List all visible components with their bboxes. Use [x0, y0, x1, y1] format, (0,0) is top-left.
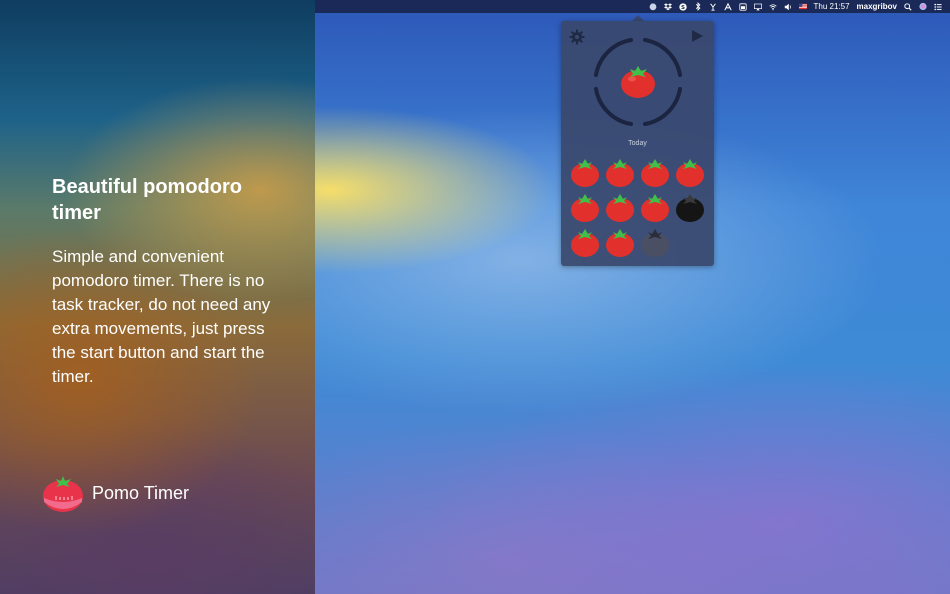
flag-icon[interactable] [798, 3, 807, 11]
dropbox-icon[interactable] [663, 2, 672, 11]
history-tomato-pending [640, 228, 670, 258]
history-tomato-completed [605, 193, 635, 223]
pomo-timer-icon[interactable] [649, 3, 657, 11]
history-tomato-completed [570, 158, 600, 188]
skype-icon[interactable]: S [678, 2, 687, 11]
history-tomato-completed [605, 158, 635, 188]
siri-icon[interactable] [919, 2, 927, 11]
history-tomato-interrupted [675, 193, 705, 223]
promo-headline: Beautiful pomodoro timer [52, 176, 242, 224]
history-tomato-completed [570, 228, 600, 258]
play-icon[interactable] [689, 29, 705, 45]
app-name: Pomo Timer [92, 482, 190, 503]
history-tomato-completed [605, 228, 635, 258]
menu-bar: S Thu 21:57 maxgribov [315, 0, 950, 13]
airplay-icon[interactable] [753, 3, 762, 11]
svg-text:S: S [680, 5, 684, 11]
current-pomodoro-tomato[interactable] [620, 65, 656, 99]
history-tomato-completed [640, 158, 670, 188]
spotlight-icon[interactable] [904, 2, 912, 11]
menubar-user[interactable]: maxgribov [857, 0, 897, 13]
history-tomato-completed [570, 193, 600, 223]
promo-panel: Beautiful pomodoro timer Simple and conv… [0, 0, 315, 594]
a-icon[interactable] [723, 2, 732, 11]
promo-description: Simple and convenient pomodoro timer. Th… [52, 247, 271, 386]
pomo-timer-popover: Today [561, 21, 714, 266]
app-tomato-icon [42, 472, 84, 514]
history-tomato-completed [675, 158, 705, 188]
notification-center-icon[interactable] [934, 3, 942, 11]
history-tomato-completed [640, 193, 670, 223]
volume-icon[interactable] [784, 3, 792, 11]
today-label: Today [628, 140, 647, 147]
battery-icon[interactable] [738, 2, 747, 11]
wifi-icon[interactable] [768, 3, 777, 11]
app-brand: Pomo Timer [42, 472, 189, 514]
tool-icon[interactable] [709, 3, 717, 11]
gear-icon[interactable] [569, 29, 585, 45]
menubar-clock[interactable]: Thu 21:57 [814, 0, 850, 13]
bluetooth-icon[interactable] [694, 2, 702, 11]
